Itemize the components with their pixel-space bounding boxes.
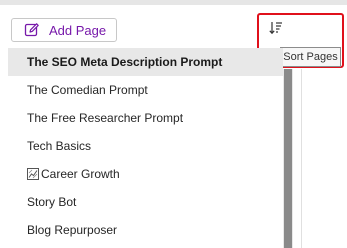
add-page-label: Add Page — [49, 22, 107, 38]
sort-pages-tooltip: Sort Pages — [280, 47, 341, 67]
add-page-button[interactable]: Add Page — [11, 18, 117, 42]
page-item-seo-meta-description-prompt[interactable]: The SEO Meta Description Prompt — [8, 48, 283, 76]
page-item-label: Tech Basics — [27, 139, 92, 153]
top-strip — [0, 0, 347, 5]
page-item-free-researcher-prompt[interactable]: The Free Researcher Prompt — [8, 104, 283, 132]
page-item-career-growth[interactable]: Career Growth — [8, 160, 283, 188]
page-item-blog-repurposer[interactable]: Blog Repurposer — [8, 216, 283, 244]
page-item-label: The SEO Meta Description Prompt — [27, 55, 223, 69]
page-item-label: The Comedian Prompt — [27, 83, 148, 97]
pane-divider — [301, 69, 302, 248]
page-list: The SEO Meta Description Prompt The Come… — [8, 48, 283, 244]
page-item-comedian-prompt[interactable]: The Comedian Prompt — [8, 76, 283, 104]
page-item-label: The Free Researcher Prompt — [27, 111, 184, 125]
page-item-tech-basics[interactable]: Tech Basics — [8, 132, 283, 160]
chart-icon — [27, 168, 39, 180]
scrollbar-thumb[interactable] — [284, 69, 292, 248]
page-item-story-bot[interactable]: Story Bot — [8, 188, 283, 216]
page-item-label: Blog Repurposer — [27, 223, 118, 237]
compose-icon — [24, 22, 40, 38]
page-item-label: Career Growth — [41, 167, 120, 181]
page-item-label: Story Bot — [27, 195, 77, 209]
